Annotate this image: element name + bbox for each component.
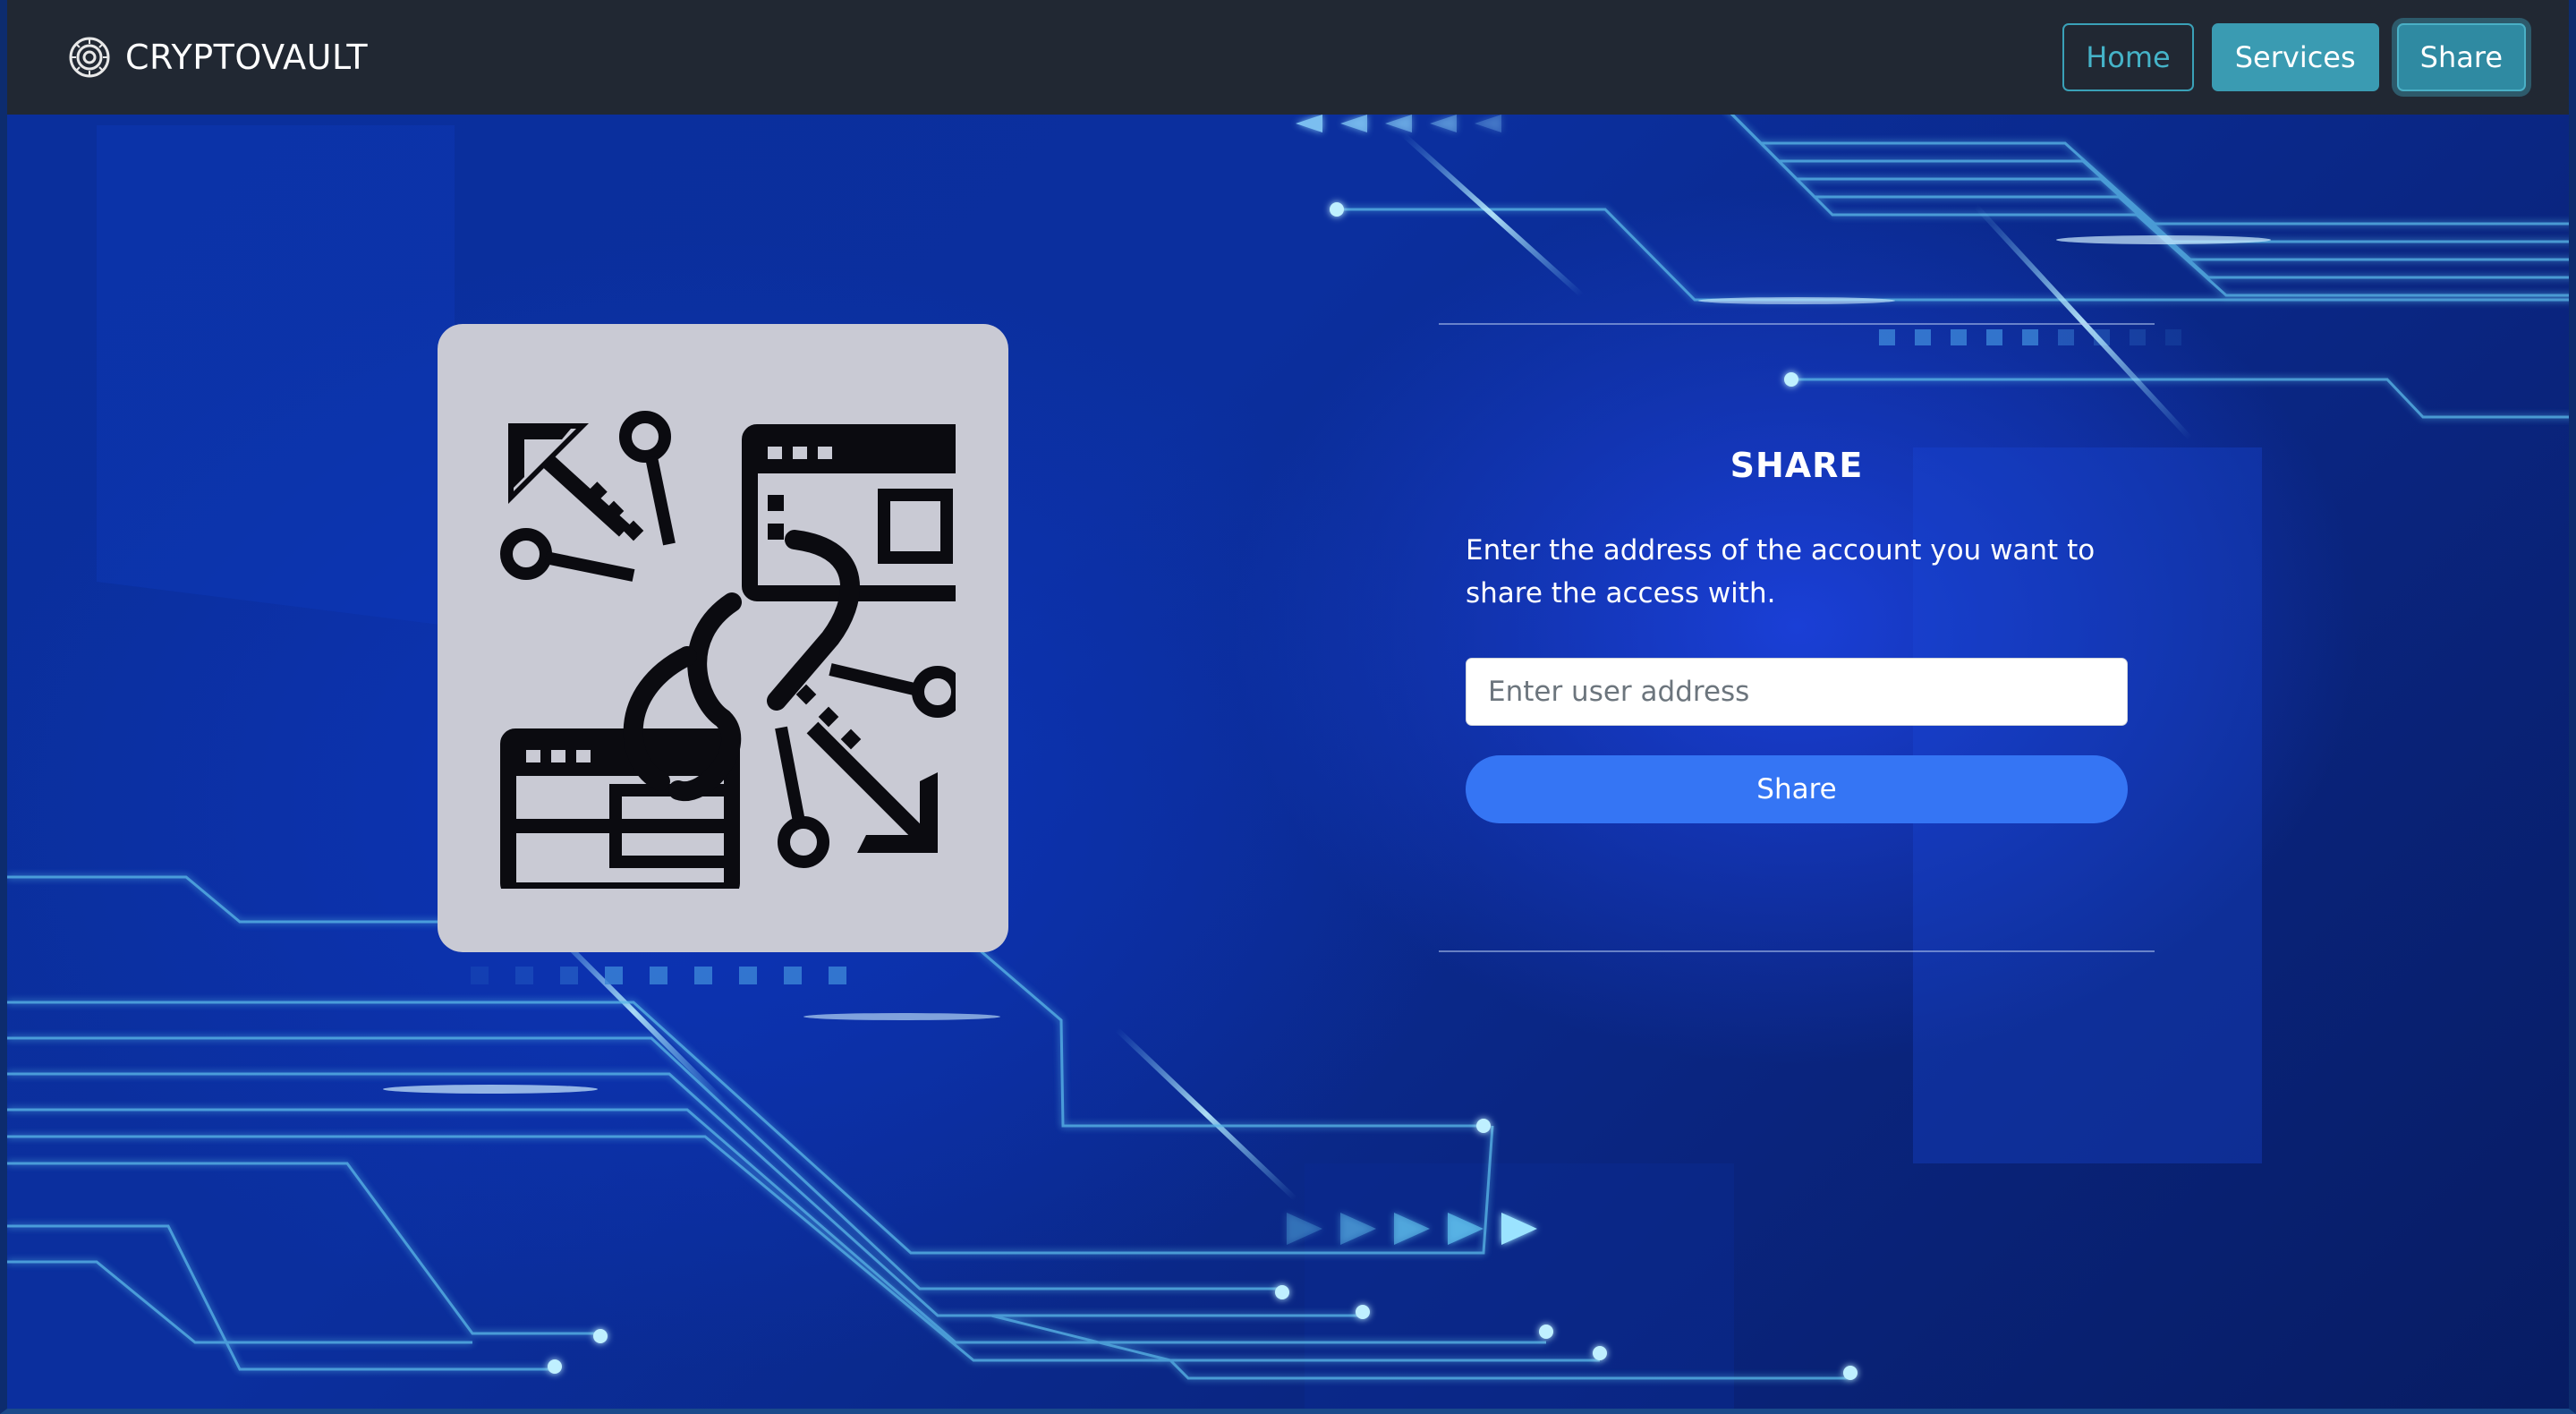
share-description: Enter the address of the account you wan… <box>1466 534 2096 609</box>
brand[interactable]: CRYPTOVAULT <box>68 36 368 79</box>
brand-name: CRYPTOVAULT <box>125 38 369 77</box>
share-title: SHARE <box>1730 446 1864 485</box>
nav-share-button[interactable]: Share <box>2396 23 2526 91</box>
circuit-background <box>7 0 2569 1409</box>
illustration-card <box>438 324 1008 952</box>
navbar: CRYPTOVAULT Home Services Share <box>7 0 2569 115</box>
user-address-input[interactable] <box>1466 658 2128 726</box>
nav-services-button[interactable]: Services <box>2211 23 2379 91</box>
share-panel: SHARE Enter the address of the account y… <box>1439 323 2155 952</box>
share-submit-button[interactable]: Share <box>1466 755 2128 823</box>
vault-dial-icon <box>69 37 110 78</box>
nav-buttons: Home Services Share <box>2062 23 2526 91</box>
page: CRYPTOVAULT Home Services Share SHARE En… <box>0 0 2576 1414</box>
nav-home-button[interactable]: Home <box>2062 23 2194 91</box>
data-sharing-network-icon <box>500 411 956 889</box>
